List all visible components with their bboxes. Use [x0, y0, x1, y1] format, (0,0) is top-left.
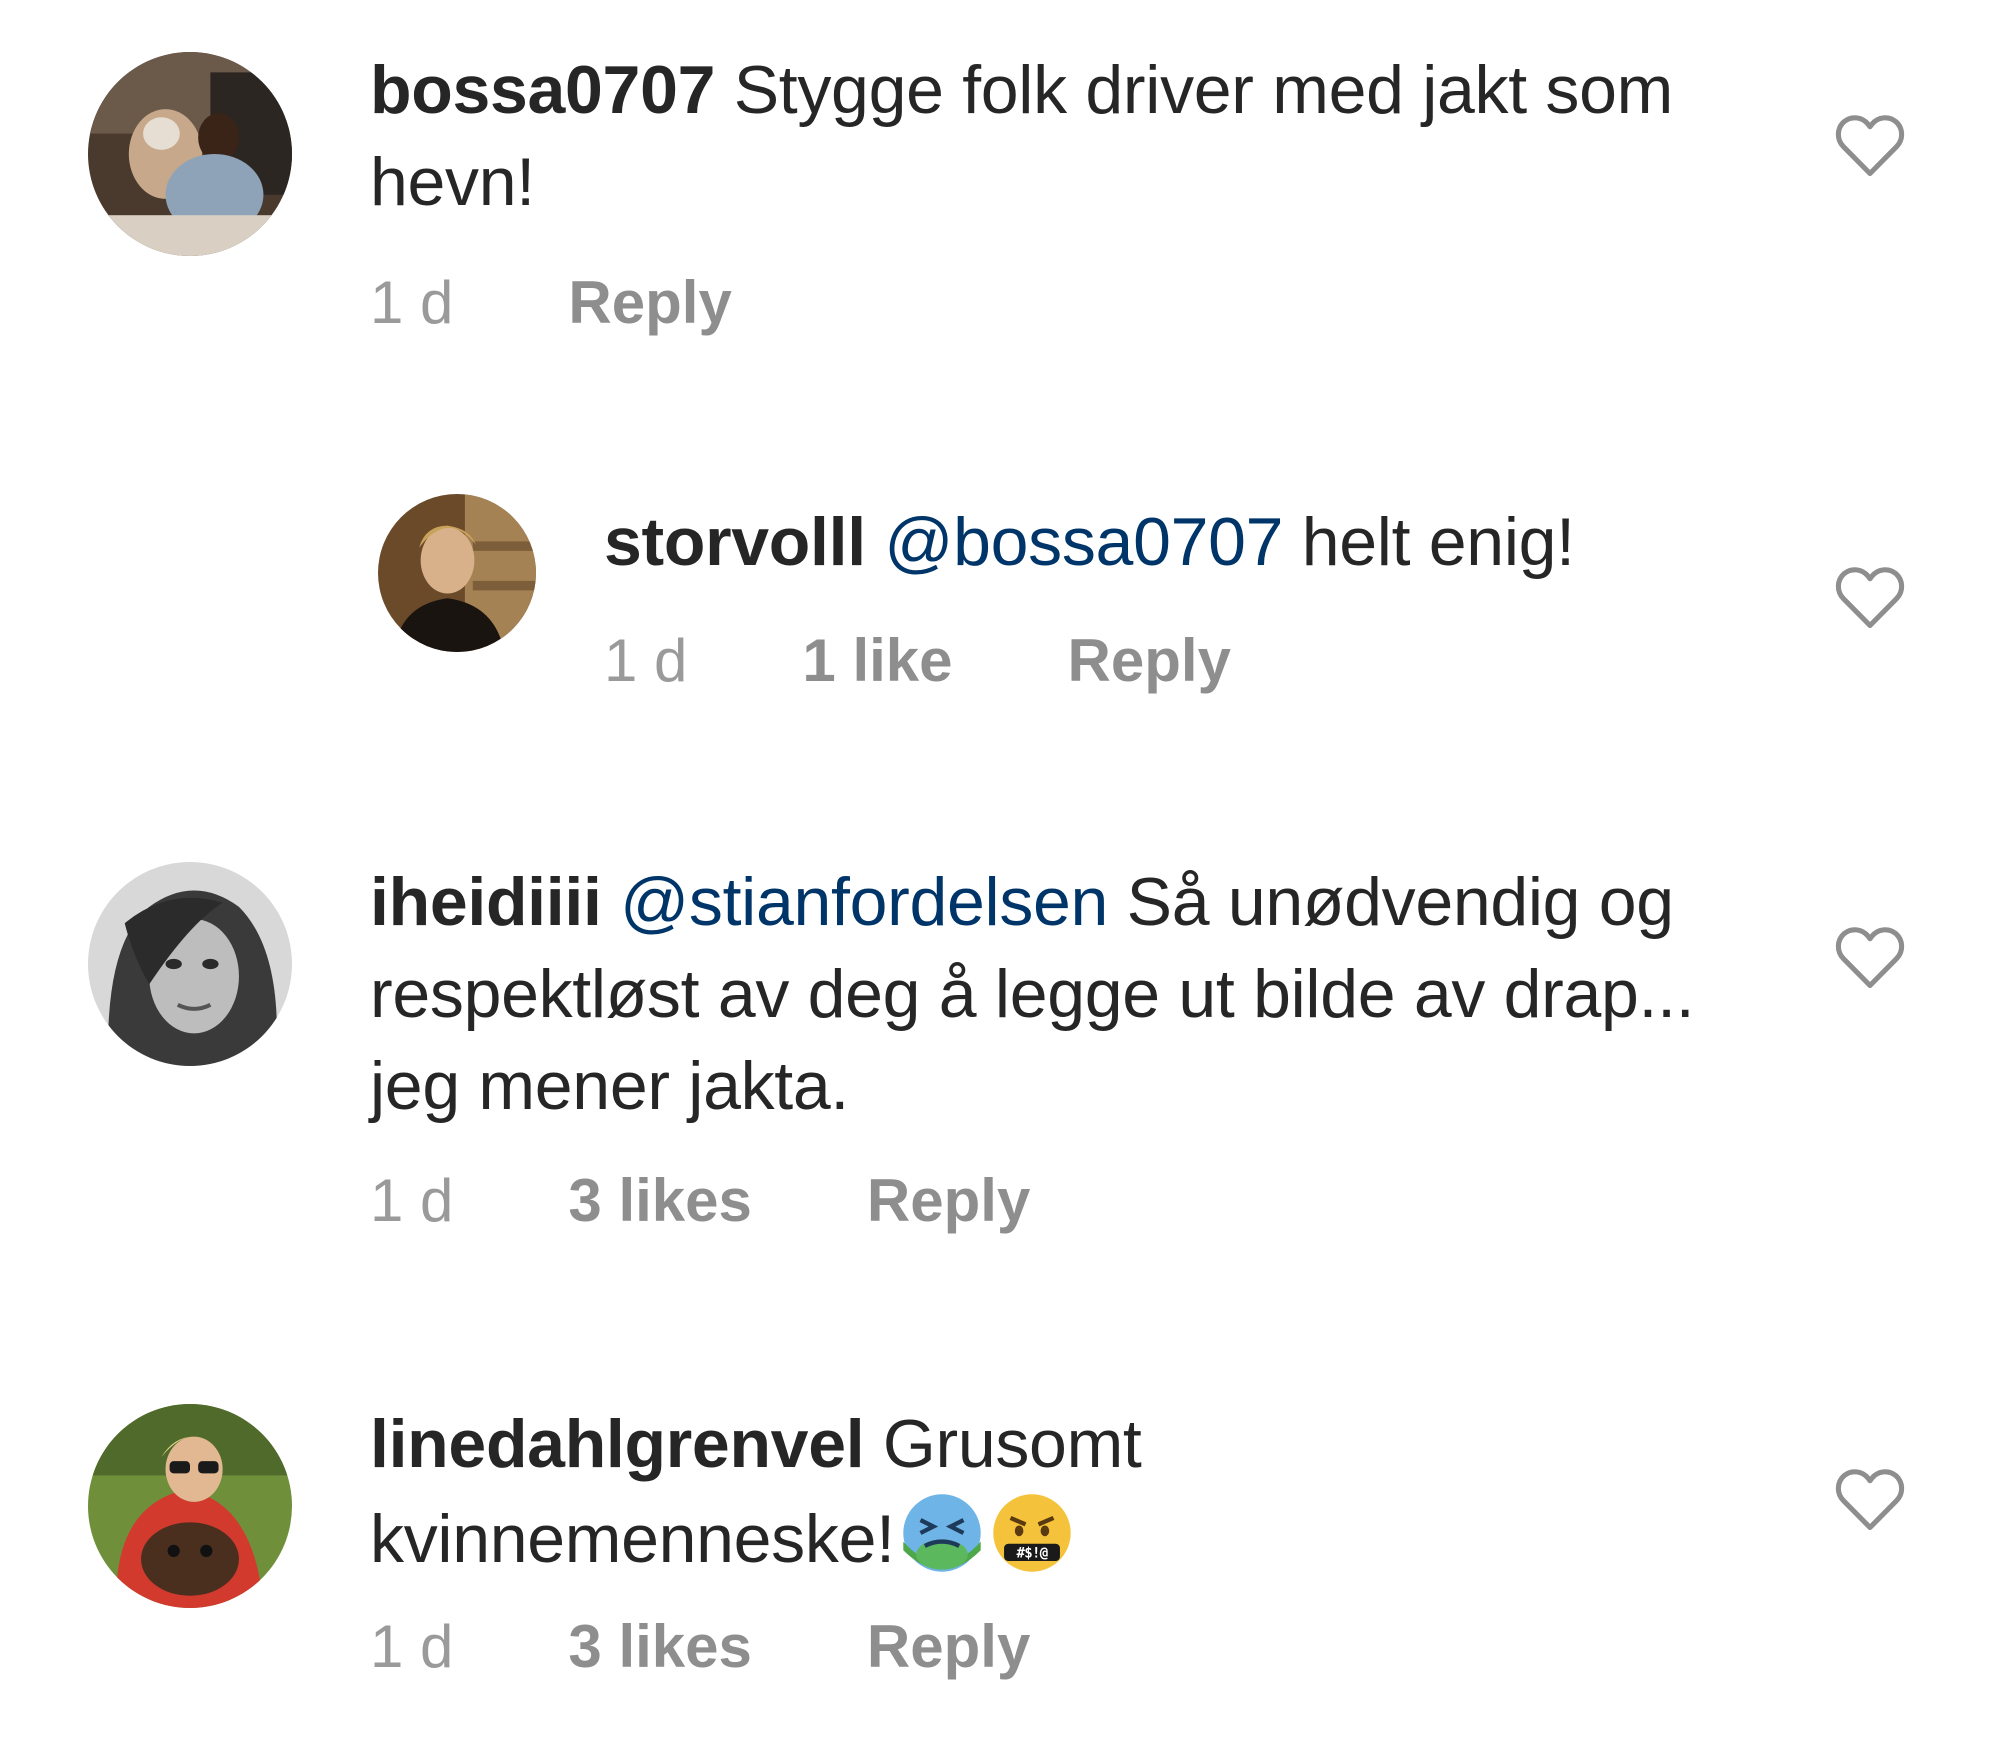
comment-meta: 1 d 1 like Reply	[604, 626, 1231, 696]
comment-text: storvolll @bossa0707 helt enig!	[604, 496, 1804, 588]
avatar[interactable]	[88, 862, 292, 1066]
avatar[interactable]	[88, 1404, 292, 1608]
comment-meta: 1 d 3 likes Reply	[370, 1166, 1030, 1236]
username[interactable]: linedahlgrenvel	[370, 1406, 865, 1482]
timestamp: 1 d	[604, 627, 688, 694]
reply-button[interactable]: Reply	[1068, 626, 1231, 696]
avatar-photo	[378, 494, 536, 652]
username[interactable]: bossa0707	[370, 52, 715, 128]
reply-button[interactable]: Reply	[867, 1612, 1030, 1682]
avatar-photo	[88, 52, 292, 256]
comment-text: bossa0707 Stygge folk driver med jakt so…	[370, 44, 1760, 228]
avatar[interactable]	[378, 494, 536, 652]
likes-count[interactable]: 3 likes	[568, 1166, 752, 1236]
timestamp: 1 d	[370, 269, 454, 336]
mention-link[interactable]: @stianfordelsen	[620, 864, 1108, 940]
avatar-photo	[88, 1404, 292, 1608]
reply-button[interactable]: Reply	[867, 1166, 1030, 1236]
mention-link[interactable]: @bossa0707	[884, 504, 1283, 580]
timestamp: 1 d	[370, 1613, 454, 1680]
like-heart-icon[interactable]	[1834, 564, 1906, 630]
avatar[interactable]	[88, 52, 292, 256]
face-with-symbols-on-mouth-emoji: #$!@	[989, 1490, 1075, 1576]
reply-button[interactable]: Reply	[568, 268, 731, 338]
comment-text: iheidiiii @stianfordelsen Så unødvendig …	[370, 856, 1770, 1132]
like-heart-icon[interactable]	[1834, 924, 1906, 990]
like-heart-icon[interactable]	[1834, 1466, 1906, 1532]
like-heart-icon[interactable]	[1834, 112, 1906, 178]
comment-text: linedahlgrenvel Grusomt kvinnemenneske! …	[370, 1398, 1270, 1585]
timestamp: 1 d	[370, 1167, 454, 1234]
username[interactable]: iheidiiii	[370, 864, 602, 940]
comment-meta: 1 d 3 likes Reply	[370, 1612, 1030, 1682]
username[interactable]: storvolll	[604, 504, 866, 580]
comment-message: helt enig!	[1301, 504, 1575, 580]
avatar-photo	[88, 862, 292, 1066]
svg-text:#$!@: #$!@	[1016, 1546, 1047, 1562]
likes-count[interactable]: 3 likes	[568, 1612, 752, 1682]
likes-count[interactable]: 1 like	[802, 626, 952, 696]
nauseated-face-emoji	[899, 1490, 985, 1576]
comment-meta: 1 d Reply	[370, 268, 732, 338]
